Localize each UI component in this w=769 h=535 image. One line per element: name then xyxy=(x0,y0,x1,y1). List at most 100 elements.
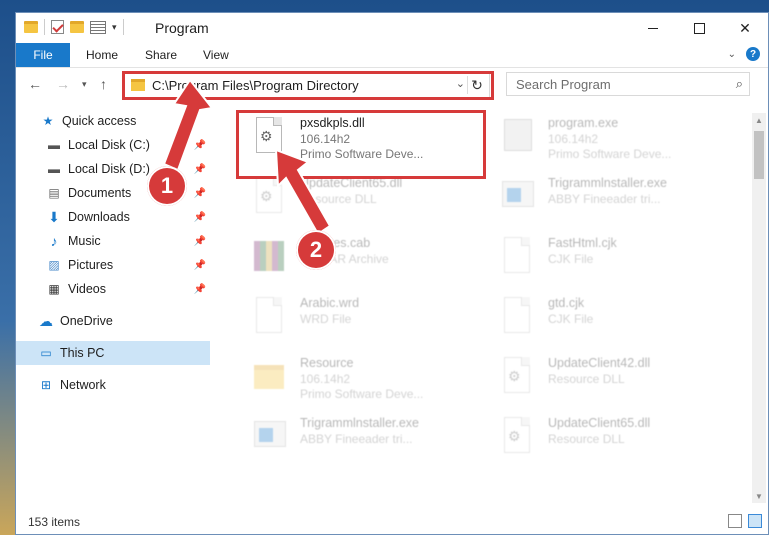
details-view-icon[interactable] xyxy=(728,514,742,528)
search-icon[interactable]: ⌕ xyxy=(736,76,743,92)
file-type: 106.14h2 xyxy=(300,372,351,386)
tab-share[interactable]: Share xyxy=(145,43,177,67)
videos-icon: ▦ xyxy=(48,282,60,296)
pin-icon[interactable]: 📌 xyxy=(194,164,206,175)
navigation-pane: ★ Quick access ▬ Local Disk (C:) 📌 ▬ Loc… xyxy=(16,101,210,511)
collapse-ribbon-icon[interactable]: ⌄ xyxy=(728,49,736,60)
folder-icon xyxy=(131,79,145,91)
pin-icon[interactable]: 📌 xyxy=(194,260,206,271)
drive-icon: ▬ xyxy=(48,138,60,152)
sidebar-item-label: OneDrive xyxy=(60,314,113,328)
address-bar[interactable]: C:\Program Files\Program Directory ⌄ ↻ xyxy=(124,72,490,98)
pin-icon[interactable]: 📌 xyxy=(194,284,206,295)
file-item-updateclient42[interactable]: ⚙ UpdateClient42.dll Resource DLL xyxy=(484,351,724,407)
file-item-program-exe[interactable]: program.exe 106.14h2 Primo Software Deve… xyxy=(484,111,724,167)
properties-icon[interactable] xyxy=(90,20,106,34)
ribbon-controls: ⌄ ? xyxy=(728,47,760,61)
pin-icon[interactable]: 📌 xyxy=(194,188,206,199)
search-input[interactable]: Search Program ⌕ xyxy=(506,72,750,96)
music-icon: ♪ xyxy=(50,233,58,249)
pin-icon[interactable]: 📌 xyxy=(194,212,206,223)
network-icon: ⊞ xyxy=(40,378,52,392)
callout-2: 2 xyxy=(296,230,336,270)
sidebar-item-pictures[interactable]: ▨ Pictures 📌 xyxy=(16,253,210,277)
file-item-updateclient65-2[interactable]: ⚙ UpdateClient65.dll Resource DLL xyxy=(484,411,724,467)
folder-icon xyxy=(24,21,38,33)
tab-home[interactable]: Home xyxy=(86,43,118,67)
file-type: ABBY Fineeader tri... xyxy=(548,192,661,206)
file-company: Primo Software Deve... xyxy=(300,387,424,401)
maximize-button[interactable] xyxy=(676,13,722,43)
back-icon[interactable]: ← xyxy=(28,76,42,92)
pin-icon[interactable]: 📌 xyxy=(194,140,206,151)
sidebar-item-quick-access[interactable]: ★ Quick access xyxy=(16,109,210,133)
file-type: Resource DLL xyxy=(548,432,625,446)
file-type: ABBY Fineeader tri... xyxy=(300,432,413,446)
file-name: FastHtml.cjk xyxy=(548,236,617,250)
scrollbar-thumb[interactable] xyxy=(754,131,764,179)
cloud-icon: ☁ xyxy=(39,312,53,329)
file-type: CJK File xyxy=(548,312,594,326)
tiles-view-icon[interactable] xyxy=(748,514,762,528)
file-company: Primo Software Deve... xyxy=(548,147,672,161)
minimize-button[interactable] xyxy=(630,13,676,43)
archive-icon xyxy=(252,237,286,281)
new-folder-icon[interactable] xyxy=(70,21,84,33)
file-item-gtd-cjk[interactable]: gtd.cjk CJK File xyxy=(484,291,724,347)
up-icon[interactable]: ↑ xyxy=(100,76,107,92)
callout-1: 1 xyxy=(147,166,187,206)
recent-locations-icon[interactable]: ▾ xyxy=(82,79,87,90)
file-name: gtd.cjk xyxy=(548,296,585,310)
properties-check-icon[interactable] xyxy=(51,20,64,34)
file-name: Resource xyxy=(300,356,354,370)
item-count: 153 items xyxy=(28,515,81,529)
qat-dropdown-icon[interactable]: ▾ xyxy=(112,22,117,33)
file-item-trigramm-installer[interactable]: Trigrammlnstaller.exe ABBY Fineeader tri… xyxy=(484,171,724,227)
sidebar-item-music[interactable]: ♪ Music 📌 xyxy=(16,229,210,253)
dll-gear-icon: ⚙ xyxy=(252,177,286,221)
file-item-pxsdkpls[interactable]: ⚙ pxsdkpls.dll 106.14h2 Primo Software D… xyxy=(236,111,476,167)
sidebar-item-local-disk-c[interactable]: ▬ Local Disk (C:) 📌 xyxy=(16,133,210,157)
app-window-icon xyxy=(500,177,534,221)
qat-separator xyxy=(44,19,45,35)
sidebar-item-videos[interactable]: ▦ Videos 📌 xyxy=(16,277,210,301)
file-item-resource-folder[interactable]: Resource 106.14h2 Primo Software Deve... xyxy=(236,351,476,407)
window-title: Program xyxy=(155,20,209,36)
status-bar: 153 items xyxy=(16,510,768,534)
folder-icon xyxy=(252,357,286,401)
file-item-trigramm-installer-2[interactable]: Trigrammlnstaller.exe ABBY Fineeader tri… xyxy=(236,411,476,467)
sidebar-item-label: Downloads xyxy=(68,210,130,224)
refresh-icon[interactable]: ↻ xyxy=(467,76,486,94)
drive-icon: ▬ xyxy=(48,162,60,176)
help-icon[interactable]: ? xyxy=(746,47,760,61)
file-item-updateclient65[interactable]: ⚙ UpdateClient65.dll Resource DLL xyxy=(236,171,476,227)
close-icon: ✕ xyxy=(739,19,751,36)
file-name: UpdateClient65.dll xyxy=(548,416,651,430)
tab-view[interactable]: View xyxy=(203,43,229,67)
vertical-scrollbar[interactable]: ▲ ▼ xyxy=(752,113,766,503)
sidebar-item-network[interactable]: ⊞ Network xyxy=(16,373,210,397)
pin-icon[interactable]: 📌 xyxy=(194,236,206,247)
scroll-down-icon[interactable]: ▼ xyxy=(752,489,766,503)
view-toggle xyxy=(728,514,762,528)
blank-file-icon xyxy=(500,237,534,281)
file-item-arabic-wrd[interactable]: Arabic.wrd WRD File xyxy=(236,291,476,347)
scroll-up-icon[interactable]: ▲ xyxy=(752,113,766,127)
dll-gear-icon: ⚙ xyxy=(252,117,286,161)
file-name: Arabic.wrd xyxy=(300,296,360,310)
close-button[interactable]: ✕ xyxy=(722,13,768,43)
address-path[interactable]: C:\Program Files\Program Directory xyxy=(152,78,359,93)
address-dropdown-icon[interactable]: ⌄ xyxy=(456,77,465,90)
file-item-fasthtml[interactable]: FastHtml.cjk CJK File xyxy=(484,231,724,287)
blank-file-icon xyxy=(252,297,286,341)
sidebar-item-label: Local Disk (D:) xyxy=(68,162,150,176)
sidebar-item-this-pc[interactable]: ▭ This PC xyxy=(16,341,210,365)
tab-file[interactable]: File xyxy=(16,43,70,67)
forward-icon[interactable]: → xyxy=(56,76,70,92)
file-item-updates-cab[interactable]: Updates.cab WinRAR Archive xyxy=(236,231,476,287)
blank-file-icon xyxy=(500,297,534,341)
app-window-icon xyxy=(252,417,286,461)
sidebar-item-downloads[interactable]: ⬇ Downloads 📌 xyxy=(16,205,210,229)
sidebar-item-onedrive[interactable]: ☁ OneDrive xyxy=(16,309,210,333)
file-list: ⚙ pxsdkpls.dll 106.14h2 Primo Software D… xyxy=(220,101,748,505)
